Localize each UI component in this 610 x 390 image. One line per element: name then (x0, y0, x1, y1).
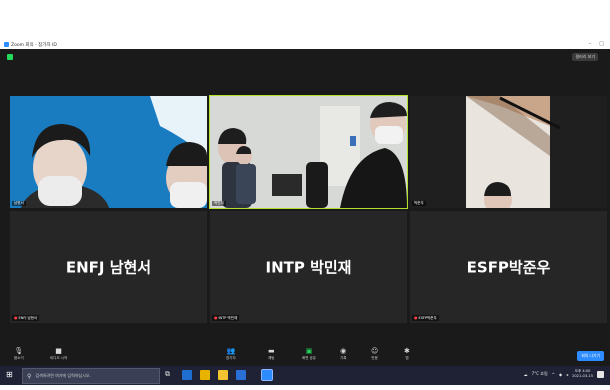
mute-button[interactable]: 🎙 음소거 (14, 347, 24, 361)
taskbar-clock[interactable]: 오후 4:00 2021-03-15 (572, 369, 593, 379)
taskbar-search-box[interactable]: ⚲ 검색하려면 여기에 입력하십시오. (22, 368, 160, 384)
video-tile-participant[interactable]: 남현서 (10, 96, 207, 208)
weather-icon[interactable]: ☁ (524, 372, 528, 377)
minimize-button[interactable]: – (589, 41, 592, 47)
meeting-area: 갤러리 보기 남현서 박민재 박준우 ENFJ 남현서 ●ENFJ 남현서 IN… (0, 49, 610, 366)
mute-label: 음소거 (14, 356, 24, 360)
participant-display-name: INTP 박민재 (265, 258, 352, 277)
participant-name-tag-text: ESFP박준우 (418, 316, 437, 320)
chat-button[interactable]: ▬ 채팅 (268, 347, 275, 361)
mic-muted-icon: ● (14, 315, 18, 320)
participant-name-tag-text: INTP 박민재 (218, 316, 238, 320)
weather-text[interactable]: 7°C 흐림 (532, 371, 548, 377)
clock-date: 2021-03-15 (572, 374, 593, 378)
task-view-icon[interactable]: ⧉ (165, 370, 175, 380)
video-tile-participant[interactable]: 박준우 (410, 96, 607, 208)
system-tray: ☁ 7°C 흐림 ^ ◆ ◂ 오후 4:00 2021-03-15 (524, 369, 604, 379)
participant-display-name: ESFP박준우 (466, 258, 551, 277)
video-camera-icon: ■ (55, 347, 62, 355)
mic-muted-icon: ● (414, 315, 418, 320)
microphone-icon: 🎙 (14, 347, 24, 355)
reactions-button[interactable]: ☺ 반응 (371, 347, 378, 361)
volume-icon[interactable]: ◂ (566, 372, 568, 377)
chat-icon: ▬ (268, 347, 275, 355)
participant-display-name: ENFJ 남현서 (65, 258, 152, 277)
start-video-button[interactable]: ■ 비디오 시작 (50, 347, 67, 361)
apps-icon: ✱ (404, 347, 410, 355)
window-titlebar: Zoom 회의 - 참가자 ID – □ (0, 40, 610, 49)
participant-name-tag: ●INTP 박민재 (212, 315, 240, 321)
sticky-app-icon[interactable] (218, 370, 228, 380)
window-title: Zoom 회의 - 참가자 ID (11, 42, 57, 48)
security-shield-icon[interactable] (7, 54, 13, 60)
zoom-taskbar-icon[interactable] (261, 369, 273, 381)
name-tile-participant[interactable]: ENFJ 남현서 ●ENFJ 남현서 (10, 211, 207, 323)
participants-label: 참가자 (226, 356, 236, 360)
start-video-label: 비디오 시작 (50, 356, 68, 360)
participant-name-tag: 남현서 (12, 201, 26, 206)
participants-button[interactable]: 👥 참가자 (226, 347, 236, 361)
participant-name-tag: ●ENFJ 남현서 (12, 315, 40, 321)
participant-name-tag: ●ESFP박준우 (412, 315, 439, 321)
notification-icon[interactable] (597, 370, 604, 378)
participants-icon: 👥 (226, 347, 236, 355)
reactions-icon: ☺ (371, 347, 379, 355)
leave-meeting-button[interactable]: 회의 나가기 (577, 351, 604, 361)
share-screen-icon: ▣ (305, 347, 313, 355)
search-icon: ⚲ (27, 372, 32, 380)
participant-name-tag-text: ENFJ 남현서 (18, 316, 38, 320)
window-controls: – □ (589, 41, 604, 47)
record-label: 기록 (340, 356, 347, 360)
maximize-button[interactable]: □ (599, 41, 604, 47)
store-icon[interactable] (236, 370, 246, 380)
participant-name-tag: 박준우 (412, 201, 426, 206)
gallery-view-button[interactable]: 갤러리 보기 (572, 53, 598, 61)
video-tile-active-speaker[interactable]: 박민재 (209, 95, 408, 209)
share-screen-label: 화면 공유 (302, 356, 316, 360)
reactions-label: 반응 (371, 356, 378, 360)
chat-label: 채팅 (268, 356, 275, 360)
zoom-app-icon (4, 42, 9, 47)
record-icon: ◉ (340, 347, 347, 355)
participant-name-tag: 박민재 (212, 201, 226, 206)
network-icon[interactable]: ◆ (559, 372, 562, 377)
record-button[interactable]: ◉ 기록 (340, 347, 346, 361)
file-explorer-icon[interactable] (200, 370, 210, 380)
meeting-toolbar: 🎙 음소거 ■ 비디오 시작 👥 참가자 ▬ 채팅 ▣ 화면 공유 ◉ 기록 ☺… (0, 345, 610, 366)
participant-video (210, 96, 407, 208)
participant-video (20, 96, 207, 208)
apps-label: 앱 (405, 356, 409, 360)
share-screen-button[interactable]: ▣ 화면 공유 (302, 347, 316, 361)
mic-muted-icon: ● (214, 315, 218, 320)
tray-chevron-icon[interactable]: ^ (552, 372, 555, 377)
search-placeholder: 검색하려면 여기에 입력하십시오. (35, 373, 91, 378)
name-tile-participant[interactable]: INTP 박민재 ●INTP 박민재 (210, 211, 407, 323)
windows-start-icon[interactable]: ⊞ (6, 371, 14, 379)
windows-taskbar: ⊞ ⚲ 검색하려면 여기에 입력하십시오. ⧉ ☁ 7°C 흐림 ^ ◆ ◂ 오… (0, 366, 610, 385)
participant-video (466, 96, 561, 208)
name-tile-participant[interactable]: ESFP박준우 ●ESFP박준우 (410, 211, 607, 323)
edge-browser-icon[interactable] (182, 370, 192, 380)
apps-button[interactable]: ✱ 앱 (404, 347, 410, 361)
